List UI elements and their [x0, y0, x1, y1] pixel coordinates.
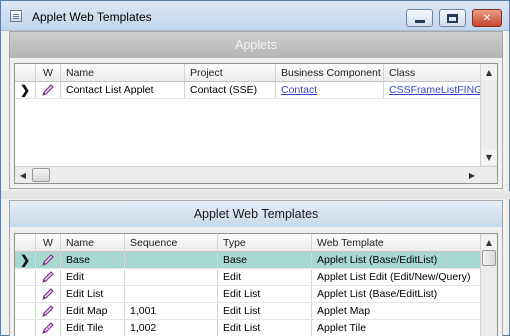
applets-vertical-scrollbar[interactable]: ▲ ▼ — [480, 64, 497, 166]
minimize-button[interactable] — [406, 9, 433, 27]
pencil-icon — [42, 288, 54, 300]
cell-name: Contact List Applet — [61, 82, 185, 98]
column-header-project[interactable]: Project — [185, 64, 276, 81]
scroll-up-button[interactable]: ▲ — [481, 64, 497, 80]
web-templates-header-row: W Name Sequence Type Web Template — [15, 234, 481, 252]
chevron-right-icon: ❯ — [19, 253, 31, 267]
pane-splitter[interactable] — [1, 191, 510, 199]
applets-panel-header: Applets — [10, 32, 502, 58]
horizontal-scroll-thumb[interactable] — [32, 168, 50, 182]
left-arrow-icon: ◀ — [19, 170, 27, 180]
row-marker — [15, 303, 36, 319]
web-templates-grid: W Name Sequence Type Web Template ❯ Base… — [14, 233, 498, 336]
pencil-icon — [42, 271, 54, 283]
right-arrow-icon: ▶ — [468, 170, 476, 180]
edit-cell[interactable] — [36, 269, 61, 285]
table-row[interactable]: Edit List Edit List Applet List (Base/Ed… — [15, 286, 481, 303]
table-row[interactable]: ❯ Base Base Applet List (Base/EditList) — [15, 252, 481, 269]
vertical-scroll-thumb[interactable] — [482, 250, 496, 266]
cell-web-template: Applet Tile — [312, 320, 481, 336]
applets-panel: Applets W Name Project Business Componen… — [9, 31, 503, 189]
row-marker — [15, 286, 36, 302]
cell-name: Edit Map — [61, 303, 125, 319]
cell-sequence — [125, 269, 218, 285]
pencil-icon — [42, 322, 54, 334]
applets-header-row: W Name Project Business Component Class — [15, 64, 481, 82]
cell-sequence — [125, 286, 218, 302]
pencil-icon — [42, 305, 54, 317]
chevron-right-icon: ❯ — [19, 83, 31, 97]
cell-type: Edit — [218, 269, 312, 285]
column-header-type[interactable]: Type — [218, 234, 312, 251]
edit-cell[interactable] — [36, 286, 61, 302]
minimize-icon — [414, 19, 425, 23]
cell-name: Edit — [61, 269, 125, 285]
cell-web-template: Applet List (Base/EditList) — [312, 252, 481, 268]
cell-sequence — [125, 252, 218, 268]
applets-grid: W Name Project Business Component Class … — [14, 63, 498, 184]
cell-class-link[interactable]: CSSFrameListFINGen — [384, 82, 481, 98]
column-header-class[interactable]: Class — [384, 64, 481, 81]
pencil-icon — [42, 254, 54, 266]
down-arrow-icon: ▼ — [485, 152, 493, 162]
column-header-sequence[interactable]: Sequence — [125, 234, 218, 251]
column-header-name[interactable]: Name — [61, 64, 185, 81]
web-templates-vertical-scrollbar[interactable]: ▲ — [480, 234, 497, 336]
applet-web-templates-window: Applet Web Templates ✕ Applets W Name Pr… — [0, 0, 510, 336]
row-marker — [15, 269, 36, 285]
column-header-w[interactable]: W — [36, 234, 61, 251]
cell-sequence: 1,001 — [125, 303, 218, 319]
cell-project: Contact (SSE) — [185, 82, 276, 98]
close-button[interactable]: ✕ — [472, 9, 502, 27]
up-arrow-icon: ▲ — [485, 237, 493, 247]
edit-cell[interactable] — [36, 303, 61, 319]
column-header-marker — [15, 234, 36, 251]
cell-name: Base — [61, 252, 125, 268]
title-bar: Applet Web Templates ✕ — [1, 1, 509, 31]
cell-business-component-link[interactable]: Contact — [276, 82, 384, 98]
cell-web-template: Applet List (Base/EditList) — [312, 286, 481, 302]
maximize-button[interactable] — [439, 9, 466, 27]
edit-cell[interactable] — [36, 82, 61, 98]
pencil-icon — [42, 84, 54, 96]
column-header-name[interactable]: Name — [61, 234, 125, 251]
edit-cell[interactable] — [36, 320, 61, 336]
applets-horizontal-scrollbar[interactable]: ◀ ▶ — [15, 166, 497, 183]
table-row[interactable]: Edit Edit Applet List Edit (Edit/New/Que… — [15, 269, 481, 286]
scroll-down-button[interactable]: ▼ — [481, 149, 497, 165]
cell-type: Edit List — [218, 303, 312, 319]
column-header-business-component[interactable]: Business Component — [276, 64, 384, 81]
cell-web-template: Applet List Edit (Edit/New/Query) — [312, 269, 481, 285]
web-templates-panel-header: Applet Web Templates — [10, 201, 502, 227]
window-icon — [10, 10, 22, 22]
cell-sequence: 1,002 — [125, 320, 218, 336]
scroll-left-button[interactable]: ◀ — [15, 167, 31, 183]
cell-web-template: Applet Map — [312, 303, 481, 319]
current-row-marker: ❯ — [15, 252, 36, 268]
scroll-up-button[interactable]: ▲ — [481, 234, 497, 250]
column-header-marker — [15, 64, 36, 81]
row-marker — [15, 320, 36, 336]
table-row[interactable]: Edit Map 1,001 Edit List Applet Map — [15, 303, 481, 320]
cell-name: Edit List — [61, 286, 125, 302]
cell-type: Edit List — [218, 320, 312, 336]
edit-cell[interactable] — [36, 252, 61, 268]
table-row[interactable]: Edit Tile 1,002 Edit List Applet Tile — [15, 320, 481, 336]
up-arrow-icon: ▲ — [485, 67, 493, 77]
current-row-marker: ❯ — [15, 82, 36, 98]
close-icon: ✕ — [482, 12, 492, 24]
scroll-right-button[interactable]: ▶ — [464, 167, 480, 183]
window-title: Applet Web Templates — [32, 10, 152, 24]
table-row[interactable]: ❯ Contact List Applet Contact (SSE) Cont… — [15, 82, 481, 99]
maximize-icon — [447, 13, 458, 23]
cell-type: Edit List — [218, 286, 312, 302]
column-header-web-template[interactable]: Web Template — [312, 234, 481, 251]
cell-type: Base — [218, 252, 312, 268]
web-templates-panel: Applet Web Templates W Name Sequence Typ… — [9, 200, 503, 336]
column-header-w[interactable]: W — [36, 64, 61, 81]
cell-name: Edit Tile — [61, 320, 125, 336]
